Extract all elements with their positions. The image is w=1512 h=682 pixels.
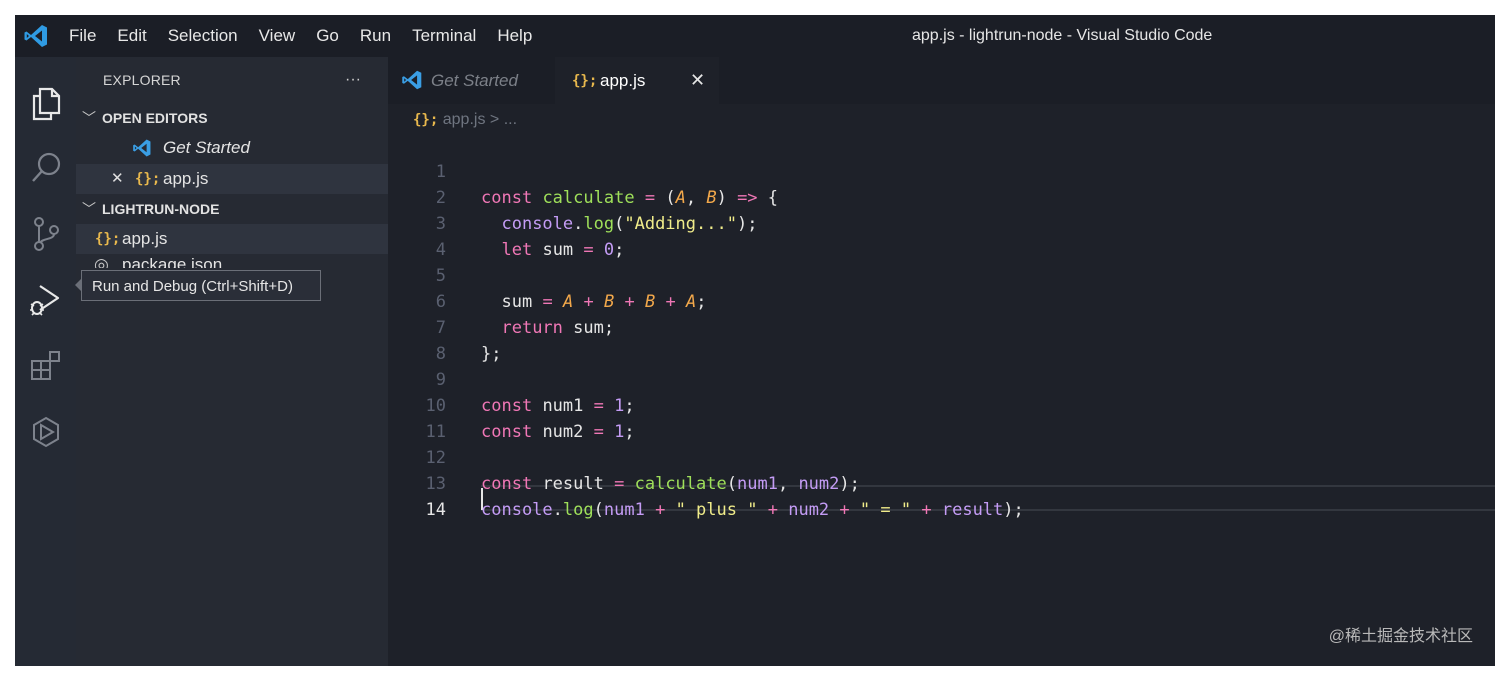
watermark: @稀土掘金技术社区	[1328, 628, 1473, 645]
tab-app-js[interactable]: {}; app.js ✕	[555, 57, 719, 104]
code-text: console.log(num1 + " plus " + num2 + " =…	[481, 500, 1024, 520]
breadcrumb: {}; app.js > ...	[413, 108, 517, 132]
activity-explorer[interactable]	[15, 79, 76, 129]
close-icon[interactable]: ✕	[111, 164, 124, 194]
activity-remote[interactable]	[15, 407, 76, 457]
file-app-js[interactable]: {}; app.js	[76, 224, 388, 254]
project-heading: LIGHTRUN-NODE	[102, 201, 220, 217]
vscode-logo-icon	[402, 70, 422, 90]
code-line: 13 console.log(num1 + " plus " + num2 + …	[388, 445, 1495, 520]
code-line: 10 const num2 = 1;	[388, 367, 1495, 442]
menu-go[interactable]: Go	[316, 26, 339, 46]
chevron-down-icon: ﹀	[82, 201, 96, 217]
explorer-sidebar: EXPLORER ··· ﹀ OPEN EDITORS Get Started ✕…	[76, 57, 388, 666]
window-title: app.js - lightrun-node - Visual Studio C…	[912, 27, 1213, 44]
tab-label: app.js	[600, 70, 646, 90]
open-editor-label: app.js	[163, 169, 209, 188]
explorer-title: EXPLORER	[103, 72, 181, 88]
activity-search[interactable]	[15, 143, 76, 193]
js-file-icon: {};	[572, 72, 598, 89]
activity-run-debug[interactable]	[15, 275, 76, 325]
line-number: 14	[425, 500, 446, 520]
file-label: package.json	[122, 255, 223, 268]
code-line: 3 let sum = 0;	[388, 185, 1495, 260]
vscode-logo-icon	[24, 25, 47, 47]
json-file-icon: ◎	[94, 255, 109, 268]
code-line: 12 const result = calculate(num1, num2);	[388, 419, 1495, 494]
chevron-down-icon: ﹀	[82, 110, 96, 126]
js-file-icon: {};	[95, 231, 121, 247]
remote-icon	[32, 416, 59, 448]
run-debug-tooltip: Run and Debug (Ctrl+Shift+D)	[81, 270, 321, 301]
code-line: 7 };	[388, 289, 1495, 364]
tab-get-started[interactable]: Get Started	[388, 57, 555, 104]
open-editor-app-js[interactable]: ✕ {}; app.js	[76, 164, 388, 194]
breadcrumb-file[interactable]: app.js	[443, 111, 486, 128]
code-line-current: 14	[388, 471, 1495, 520]
search-icon	[31, 152, 60, 182]
menu-help[interactable]: Help	[497, 26, 532, 46]
menu-terminal[interactable]: Terminal	[412, 26, 476, 46]
menu-file[interactable]: File	[69, 26, 96, 46]
menu-view[interactable]: View	[259, 26, 296, 46]
menu-selection[interactable]: Selection	[168, 26, 238, 46]
code-line: 1 const calculate = (A, B) => {	[388, 133, 1495, 208]
code-editor[interactable]: 1 const calculate = (A, B) => { 2 consol…	[388, 133, 1495, 666]
code-line: 4	[388, 211, 1495, 260]
activity-bar	[15, 57, 76, 666]
code-line: 6 return sum;	[388, 263, 1495, 338]
explorer-icon	[32, 87, 60, 121]
js-file-icon: {};	[413, 112, 439, 128]
code-line: 5 sum = A + B + B + A;	[388, 237, 1495, 312]
menu-edit[interactable]: Edit	[117, 26, 146, 46]
extensions-icon	[30, 351, 60, 380]
title-bar: File Edit Selection View Go Run Terminal…	[15, 15, 1495, 57]
more-actions-icon[interactable]: ···	[345, 57, 361, 103]
open-editors-section[interactable]: ﹀ OPEN EDITORS	[76, 103, 388, 133]
activity-extensions[interactable]	[15, 341, 76, 391]
file-label: app.js	[122, 229, 168, 248]
open-editor-get-started[interactable]: Get Started	[76, 133, 388, 163]
code-line: 11	[388, 393, 1495, 442]
tab-bar: Get Started {}; app.js ✕	[388, 57, 1495, 104]
menu-run[interactable]: Run	[360, 26, 391, 46]
menu-bar: File Edit Selection View Go Run Terminal…	[69, 15, 553, 57]
breadcrumb-separator: >	[489, 111, 500, 128]
tab-label: Get Started	[431, 70, 518, 90]
vscode-window: File Edit Selection View Go Run Terminal…	[15, 15, 1495, 666]
code-line: 9 const num1 = 1;	[388, 341, 1495, 416]
close-icon[interactable]: ✕	[690, 70, 705, 91]
breadcrumb-more[interactable]: ...	[504, 111, 517, 128]
activity-source-control[interactable]	[15, 209, 76, 259]
open-editor-label: Get Started	[163, 138, 250, 157]
source-control-icon	[33, 217, 59, 251]
project-section[interactable]: ﹀ LIGHTRUN-NODE	[76, 194, 388, 224]
code-line: 2 console.log("Adding...");	[388, 159, 1495, 234]
js-file-icon: {};	[135, 171, 161, 187]
code-line: 8	[388, 315, 1495, 364]
run-debug-icon	[29, 285, 59, 316]
open-editors-heading: OPEN EDITORS	[102, 110, 208, 126]
vscode-logo-icon	[133, 139, 151, 157]
file-package-json[interactable]: ◎ package.json	[76, 254, 388, 268]
